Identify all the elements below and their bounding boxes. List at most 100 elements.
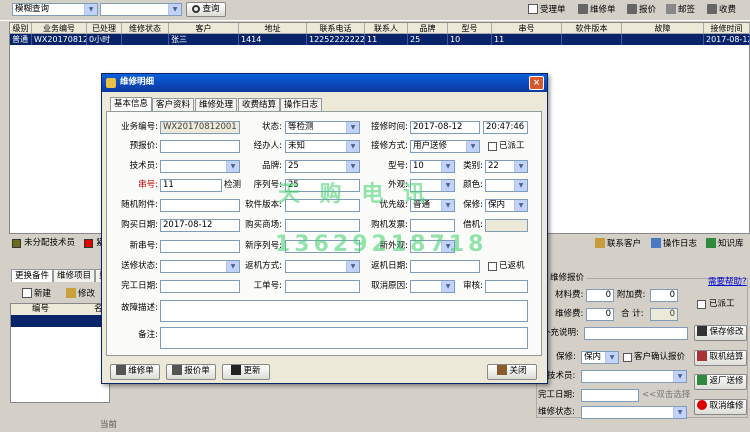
col-contact[interactable]: 联系人: [365, 23, 408, 34]
new-part-button[interactable]: 新建: [22, 288, 51, 300]
serial-input[interactable]: 11: [160, 179, 222, 192]
detect-link[interactable]: 检测: [224, 179, 241, 192]
audit-input[interactable]: [485, 280, 528, 293]
col-serial[interactable]: 串号: [492, 23, 562, 34]
material-fee-input[interactable]: 0: [586, 289, 614, 302]
operation-log-button[interactable]: 操作日志: [651, 238, 697, 250]
accessory-input[interactable]: [160, 199, 240, 212]
buy-date-input[interactable]: 2017-08-12: [160, 219, 240, 232]
invoice-input[interactable]: [410, 219, 455, 232]
repair-fee-input[interactable]: 0: [586, 308, 614, 321]
returned-checkbox[interactable]: [488, 262, 497, 271]
category-select[interactable]: 22: [485, 160, 528, 173]
dispatched-checkbox[interactable]: [697, 300, 706, 309]
brand-select[interactable]: 25: [285, 160, 360, 173]
tab-basic[interactable]: 基本信息: [110, 97, 153, 111]
send-way-label: 接修方式:: [371, 141, 408, 151]
model-select[interactable]: 10: [410, 160, 455, 173]
tab-oplog[interactable]: 操作日志: [280, 98, 323, 111]
seq-label: 序列号:: [253, 180, 282, 190]
add-fee-input[interactable]: 0: [650, 289, 678, 302]
cell-serial: 11: [492, 34, 562, 45]
cancel-reason-select[interactable]: [410, 280, 455, 293]
save-button[interactable]: 保存修改: [694, 325, 747, 341]
send-way-select[interactable]: 用户送修: [410, 140, 480, 153]
col-fault[interactable]: 故障: [622, 23, 704, 34]
table-row[interactable]: [11, 315, 110, 327]
shop-input[interactable]: [285, 219, 360, 232]
update-button[interactable]: 更新: [222, 364, 270, 380]
tech-select[interactable]: [581, 370, 687, 383]
accept-button[interactable]: 受理单: [528, 4, 566, 16]
factory-way-label: 返机方式:: [245, 261, 282, 271]
finish-date-input[interactable]: [160, 280, 240, 293]
warranty-select[interactable]: 保内: [485, 199, 528, 212]
col-software[interactable]: 软件版本: [562, 23, 622, 34]
customer-confirm-label: 客户确认报价: [634, 352, 686, 362]
agent-select[interactable]: 未知: [285, 140, 360, 153]
col-customer[interactable]: 客户: [169, 23, 239, 34]
cell-recv-time: 2017-08-12: [706, 34, 750, 45]
col-address[interactable]: 地址: [239, 23, 307, 34]
factory-date-label: 返机日期:: [371, 261, 408, 271]
tab-repair[interactable]: 维修处理: [195, 98, 238, 111]
query-button[interactable]: 查询: [186, 2, 226, 17]
col-phone[interactable]: 联系电话: [307, 23, 365, 34]
query-input[interactable]: [100, 3, 182, 16]
send-status-select[interactable]: [160, 260, 240, 273]
print-quote-button[interactable]: 报价单: [166, 364, 216, 380]
prequote-input[interactable]: [160, 140, 240, 153]
worksheet-input[interactable]: [285, 280, 360, 293]
borrow-input: [485, 219, 528, 232]
finish-input[interactable]: [581, 389, 639, 402]
recv-time-input[interactable]: 20:47:46: [483, 121, 528, 134]
fault-textarea[interactable]: [160, 300, 528, 322]
knowledge-base-button[interactable]: 知识库: [706, 238, 744, 250]
repair-fee-label: 维修费:: [555, 309, 584, 319]
tab-billing[interactable]: 收费结算: [238, 98, 281, 111]
color-select[interactable]: [485, 179, 528, 192]
log-icon: [651, 238, 661, 248]
dispatched-checkbox[interactable]: [488, 142, 497, 151]
pickup-button[interactable]: 取机结算: [694, 350, 747, 366]
quote-button[interactable]: 报价: [627, 4, 656, 16]
customer-confirm-checkbox[interactable]: [623, 353, 632, 362]
tab-customer[interactable]: 客户资料: [152, 98, 195, 111]
close-icon[interactable]: ×: [529, 76, 544, 90]
cancel-repair-button[interactable]: 取消维修: [694, 399, 747, 415]
new-serial-input[interactable]: [160, 240, 240, 253]
remark-textarea[interactable]: [160, 327, 528, 349]
cell-level: 普通: [10, 34, 32, 45]
return-factory-button[interactable]: 返厂送修: [694, 374, 747, 390]
print-repair-button[interactable]: 维修单: [110, 364, 160, 380]
tab-items[interactable]: 维修项目: [53, 269, 96, 282]
col-recv-time[interactable]: 接修时间: [704, 23, 750, 34]
col-bizno[interactable]: 业务编号: [32, 23, 87, 34]
agent-label: 经办人:: [253, 141, 282, 151]
recv-time-label: 接修时间:: [371, 122, 408, 132]
warranty-select[interactable]: 保内: [581, 351, 619, 364]
mail-button[interactable]: 邮签: [666, 4, 695, 16]
col-handled[interactable]: 已处理: [87, 23, 122, 34]
status-select[interactable]: 等检测: [285, 121, 360, 134]
tech-select[interactable]: [160, 160, 240, 173]
mail-icon: [666, 4, 676, 14]
close-button[interactable]: 关闭: [487, 364, 537, 380]
recv-date-input[interactable]: 2017-08-12: [410, 121, 480, 134]
status-select[interactable]: [581, 406, 687, 419]
col-level[interactable]: 级别: [10, 23, 32, 34]
help-link[interactable]: 需要帮助?: [708, 276, 747, 289]
factory-way-select[interactable]: [285, 260, 360, 273]
contact-customer-button[interactable]: 联系客户: [595, 238, 641, 250]
edit-part-button[interactable]: 修改: [66, 288, 95, 300]
tech-label: 技术员:: [129, 161, 158, 171]
factory-date-input[interactable]: [410, 260, 480, 273]
col-status[interactable]: 维修状态: [122, 23, 169, 34]
col-model[interactable]: 型号: [448, 23, 492, 34]
desc-input[interactable]: [584, 327, 688, 340]
tab-parts[interactable]: 更换备件: [11, 269, 54, 282]
query-mode-select[interactable]: 模糊查询: [12, 3, 98, 16]
collect-button[interactable]: 收费: [707, 4, 736, 16]
repair-order-button[interactable]: 维修单: [578, 4, 616, 16]
col-brand[interactable]: 品牌: [408, 23, 448, 34]
